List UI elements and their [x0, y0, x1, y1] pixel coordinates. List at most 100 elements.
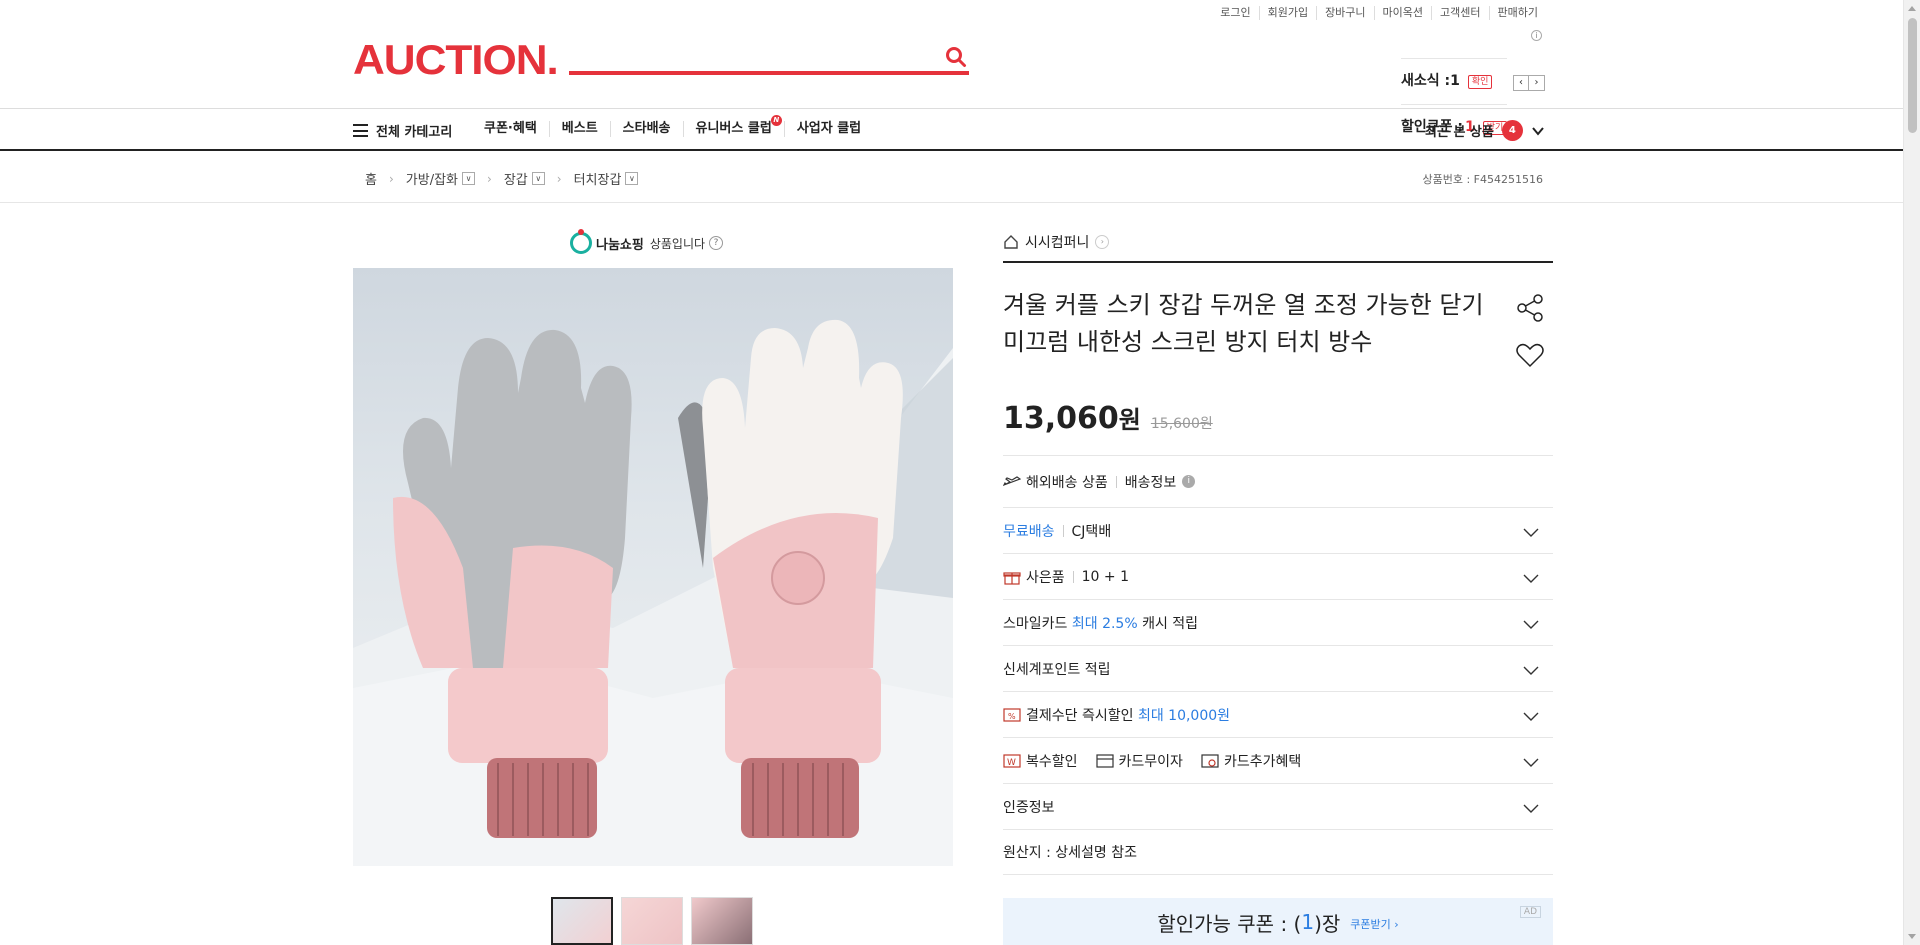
gift-label: 사은품 — [1026, 569, 1065, 586]
chevron-down-icon[interactable] — [1523, 570, 1539, 586]
ad-badge: AD — [1519, 906, 1541, 918]
coupon-prefix: 할인가능 쿠폰 : ( — [1157, 911, 1302, 936]
main-nav: 전체 카테고리 쿠폰·혜택 베스트 스타배송 유니버스 클럽 N 사업자 클럽 최… — [0, 108, 1903, 151]
product-number: 상품번호 : F454251516 — [1422, 173, 1544, 186]
recent-items-button[interactable]: 최근 본 상품 4 — [1425, 120, 1545, 141]
search-icon[interactable] — [945, 46, 967, 68]
search-bar — [569, 40, 969, 75]
benefit-rows: 해외배송 상품 배송정보 i 무료배송 CJ택배 사은품 10 + 1 스마일카… — [1003, 455, 1553, 875]
card-benefit-icon — [1201, 753, 1219, 768]
prev-icon[interactable]: ‹ — [1513, 75, 1529, 91]
payment-discount-row[interactable]: % 결제수단 즉시할인 최대 10,000원 — [1003, 691, 1553, 737]
thumbnail-1[interactable] — [551, 897, 613, 945]
chevron-down-icon[interactable] — [1523, 754, 1539, 770]
shinsegae-point-row[interactable]: 신세계포인트 적립 — [1003, 645, 1553, 691]
product-title: 겨울 커플 스키 장갑 두꺼운 열 조정 가능한 닫기 미끄럼 내한성 스크린 … — [1003, 291, 1484, 356]
overseas-label: 해외배송 상품 — [1026, 474, 1108, 491]
shipping-info-link[interactable]: 배송정보 — [1125, 472, 1177, 492]
all-categories-label: 전체 카테고리 — [376, 125, 453, 140]
info-icon[interactable]: i — [1182, 475, 1196, 488]
get-coupon-button[interactable]: 쿠폰받기 › — [1350, 916, 1398, 932]
chevron-right-icon: › — [556, 171, 562, 186]
next-icon[interactable]: › — [1529, 75, 1545, 91]
multi-discount-label: 복수할인 — [1026, 753, 1078, 770]
chevron-down-icon[interactable] — [1523, 616, 1539, 632]
payment-discount-label: 결제수단 즉시할인 — [1026, 707, 1134, 724]
gift-row[interactable]: 사은품 10 + 1 — [1003, 553, 1553, 599]
divider — [1072, 570, 1074, 583]
customer-center-link[interactable]: 고객센터 — [1431, 6, 1488, 20]
nanum-shopping-banner: 나눔쇼핑 상품입니다 ? — [570, 229, 724, 254]
thumbnail-3[interactable] — [691, 897, 753, 945]
menu-icon — [353, 124, 368, 137]
breadcrumb: 홈 › 가방/잡화 ∨ › 장갑 ∨ › 터치장갑 ∨ 상품번호 : F4542… — [0, 153, 1903, 203]
nanum-brand: 나눔쇼핑 — [596, 237, 644, 253]
share-icon[interactable] — [1515, 293, 1545, 323]
news-check-button[interactable]: 확인 — [1467, 74, 1493, 89]
help-icon[interactable]: ? — [709, 236, 724, 250]
origin-row: 원산지 : 상세설명 참조 — [1003, 829, 1553, 875]
chevron-down-icon[interactable]: ∨ — [625, 172, 639, 185]
multi-discount-icon: W — [1003, 753, 1021, 768]
gift-value: 10 + 1 — [1081, 568, 1129, 585]
origin-label: 원산지 : 상세설명 참조 — [1003, 845, 1137, 861]
nav-universe-club[interactable]: 유니버스 클럽 N — [682, 115, 784, 137]
chevron-down-icon[interactable]: ∨ — [462, 172, 476, 185]
card-interest-icon — [1095, 753, 1114, 768]
card-benefits-row[interactable]: W 복수할인 카드무이자 카드추가혜택 — [1003, 737, 1553, 783]
login-link[interactable]: 로그인 — [1212, 6, 1258, 20]
coupon-suffix: )장 — [1314, 911, 1341, 936]
overseas-shipping-row: 해외배송 상품 배송정보 i — [1003, 455, 1553, 507]
breadcrumb-touch-gloves[interactable]: 터치장갑 — [574, 169, 622, 188]
chevron-down-icon[interactable] — [1523, 662, 1539, 678]
scroll-up-icon[interactable] — [1908, 6, 1916, 11]
recent-items-count: 4 — [1501, 120, 1523, 141]
cart-link[interactable]: 장바구니 — [1316, 6, 1373, 20]
scroll-down-icon[interactable] — [1908, 934, 1916, 939]
card-interest-label: 카드무이자 — [1118, 753, 1183, 770]
nav-star-delivery[interactable]: 스타배송 — [609, 121, 683, 137]
nanum-logo: 나눔쇼핑 — [570, 229, 644, 254]
signup-link[interactable]: 회원가입 — [1258, 6, 1316, 20]
payment-discount-amount: 최대 10,000원 — [1137, 707, 1231, 724]
info-icon[interactable]: i — [1531, 30, 1542, 41]
heart-icon[interactable] — [1515, 340, 1545, 370]
product-main-image[interactable] — [353, 268, 953, 866]
gloves-photo — [353, 319, 953, 866]
home-icon — [1004, 234, 1018, 249]
chevron-down-icon — [1532, 126, 1544, 136]
nav-best[interactable]: 베스트 — [548, 121, 610, 137]
card-benefit-label: 카드추가혜택 — [1223, 753, 1302, 770]
scrollbar[interactable] — [1903, 0, 1920, 945]
breadcrumb-bags[interactable]: 가방/잡화 — [406, 169, 458, 188]
chevron-down-icon[interactable]: ∨ — [531, 172, 545, 185]
chevron-down-icon[interactable] — [1523, 800, 1539, 816]
nav-coupon-benefit[interactable]: 쿠폰·혜택 — [472, 121, 549, 137]
coupon-banner[interactable]: 할인가능 쿠폰 : ( 1 )장 쿠폰받기 › AD — [1003, 898, 1553, 945]
notification-pager: ‹ › — [1513, 75, 1545, 91]
price-block: 13,060 원 15,600원 — [1003, 400, 1213, 436]
chevron-down-icon[interactable] — [1523, 524, 1539, 540]
delivery-row[interactable]: 무료배송 CJ택배 — [1003, 507, 1553, 553]
chevron-down-icon[interactable] — [1523, 708, 1539, 724]
smile-card-rate: 최대 2.5% — [1071, 615, 1138, 632]
sell-link[interactable]: 판매하기 — [1488, 6, 1546, 20]
all-categories-button[interactable]: 전체 카테고리 — [353, 121, 452, 140]
auction-logo[interactable]: AUCTION. — [353, 38, 559, 82]
divider — [1062, 524, 1064, 537]
certification-row[interactable]: 인증정보 — [1003, 783, 1553, 829]
divider — [1115, 475, 1117, 488]
breadcrumb-home[interactable]: 홈 — [365, 169, 377, 188]
nav-business-club[interactable]: 사업자 클럽 — [783, 121, 873, 137]
my-auction-link[interactable]: 마이옥션 — [1373, 6, 1431, 20]
seller-link[interactable]: 시시컴퍼니 › — [1003, 230, 1553, 263]
airplane-icon — [1003, 475, 1021, 486]
smile-card-row[interactable]: 스마일카드 최대 2.5% 캐시 적립 — [1003, 599, 1553, 645]
smile-card-label: 스마일카드 — [1003, 615, 1068, 632]
nav-menu: 쿠폰·혜택 베스트 스타배송 유니버스 클럽 N 사업자 클럽 — [472, 115, 873, 137]
news-label: 새소식 : — [1401, 73, 1451, 89]
scrollbar-thumb[interactable] — [1908, 18, 1917, 133]
breadcrumb-gloves[interactable]: 장갑 — [504, 169, 528, 188]
thumbnail-2[interactable] — [621, 897, 683, 945]
search-input[interactable] — [569, 40, 929, 70]
